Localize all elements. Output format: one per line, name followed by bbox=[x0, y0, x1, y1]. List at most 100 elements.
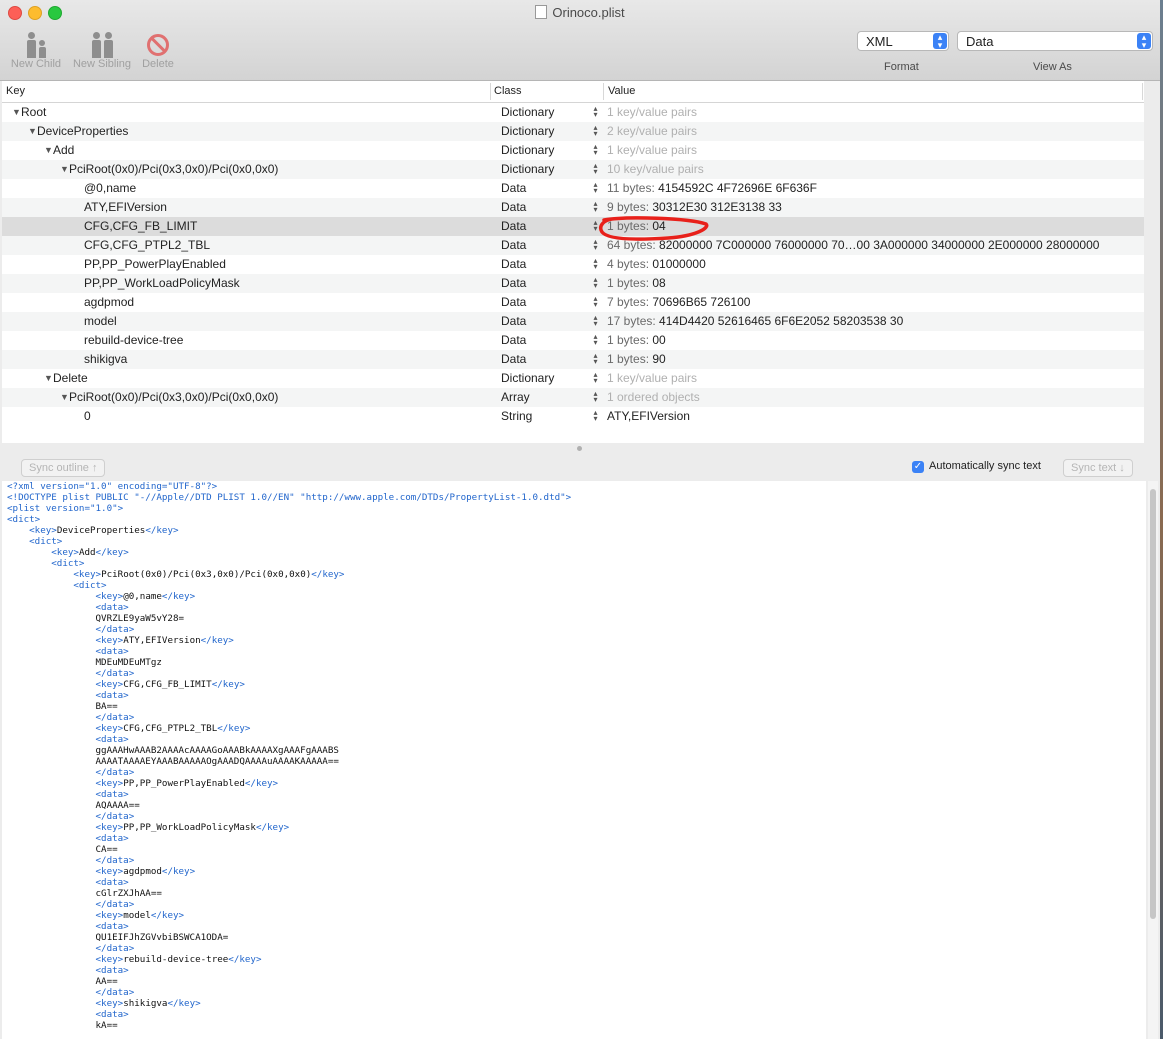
row-value[interactable]: 9 bytes: 30312E30 312E3138 33 bbox=[607, 198, 782, 217]
outline-row[interactable]: ▼ Delete Dictionary ▴ ▾ 1 key/value pairs bbox=[2, 369, 1144, 388]
column-separator[interactable] bbox=[603, 83, 604, 100]
row-class[interactable]: Dictionary bbox=[501, 369, 554, 388]
column-header-value[interactable]: Value bbox=[608, 85, 635, 97]
row-value[interactable]: 7 bytes: 70696B65 726100 bbox=[607, 293, 750, 312]
row-class[interactable]: Dictionary bbox=[501, 160, 554, 179]
sync-text-button[interactable]: Sync text ↓ bbox=[1063, 459, 1133, 477]
class-stepper-icon[interactable]: ▴ ▾ bbox=[591, 314, 600, 328]
outline-row[interactable]: PP,PP_PowerPlayEnabled Data ▴ ▾ 4 bytes: 010… bbox=[2, 255, 1144, 274]
row-class[interactable]: Dictionary bbox=[501, 122, 554, 141]
outline-row[interactable]: @0,name Data ▴ ▾ 11 bytes: 4154592C 4F72696E… bbox=[2, 179, 1144, 198]
row-class[interactable]: Data bbox=[501, 179, 526, 198]
row-class[interactable]: Data bbox=[501, 350, 526, 369]
outline-row[interactable]: shikigva Data ▴ ▾ 1 bytes: 90 bbox=[2, 350, 1144, 369]
row-class[interactable]: Dictionary bbox=[501, 103, 554, 122]
class-stepper-icon[interactable]: ▴ ▾ bbox=[591, 181, 600, 195]
outline-row[interactable]: ▼ Add Dictionary ▴ ▾ 1 key/value pairs bbox=[2, 141, 1144, 160]
outline-row[interactable]: PP,PP_WorkLoadPolicyMask Data ▴ ▾ 1 bytes: 0… bbox=[2, 274, 1144, 293]
row-value[interactable]: ATY,EFIVersion bbox=[607, 407, 690, 426]
outline-row[interactable]: CFG,CFG_PTPL2_TBL Data ▴ ▾ 64 bytes: 8200000… bbox=[2, 236, 1144, 255]
row-class[interactable]: Array bbox=[501, 388, 530, 407]
row-key[interactable]: PP,PP_PowerPlayEnabled bbox=[84, 255, 226, 274]
row-class[interactable]: Data bbox=[501, 331, 526, 350]
disclosure-triangle-icon[interactable]: ▼ bbox=[12, 103, 21, 122]
row-value[interactable]: 17 bytes: 414D4420 52616465 6F6E2052 582… bbox=[607, 312, 903, 331]
view-as-popup[interactable]: Data ▴ ▾ bbox=[957, 31, 1153, 51]
row-class[interactable]: Data bbox=[501, 217, 526, 236]
class-stepper-icon[interactable]: ▴ ▾ bbox=[591, 219, 600, 233]
row-value[interactable]: 2 key/value pairs bbox=[607, 122, 697, 141]
row-key[interactable]: 0 bbox=[84, 407, 91, 426]
outline-row[interactable]: CFG,CFG_FB_LIMIT Data ▴ ▾ 1 bytes: 04 bbox=[2, 217, 1144, 236]
row-value[interactable]: 1 key/value pairs bbox=[607, 103, 697, 122]
outline-row[interactable]: ▼ PciRoot(0x0)/Pci(0x3,0x0)/Pci(0x0,0x0) A… bbox=[2, 388, 1144, 407]
row-value[interactable]: 1 bytes: 04 bbox=[607, 217, 666, 236]
row-value[interactable]: 4 bytes: 01000000 bbox=[607, 255, 706, 274]
outline-row[interactable]: rebuild-device-tree Data ▴ ▾ 1 bytes: 00 bbox=[2, 331, 1144, 350]
class-stepper-icon[interactable]: ▴ ▾ bbox=[591, 257, 600, 271]
row-class[interactable]: String bbox=[501, 407, 532, 426]
xml-scrollbar[interactable] bbox=[1148, 481, 1158, 1039]
class-stepper-icon[interactable]: ▴ ▾ bbox=[591, 200, 600, 214]
row-class[interactable]: Data bbox=[501, 236, 526, 255]
row-value[interactable]: 1 bytes: 00 bbox=[607, 331, 666, 350]
row-class[interactable]: Data bbox=[501, 274, 526, 293]
row-key[interactable]: Delete bbox=[53, 369, 88, 388]
class-stepper-icon[interactable]: ▴ ▾ bbox=[591, 238, 600, 252]
row-class[interactable]: Data bbox=[501, 255, 526, 274]
row-key[interactable]: shikigva bbox=[84, 350, 127, 369]
class-stepper-icon[interactable]: ▴ ▾ bbox=[591, 333, 600, 347]
row-value[interactable]: 11 bytes: 4154592C 4F72696E 6F636F bbox=[607, 179, 817, 198]
class-stepper-icon[interactable]: ▴ ▾ bbox=[591, 124, 600, 138]
disclosure-triangle-icon[interactable]: ▼ bbox=[28, 122, 37, 141]
row-class[interactable]: Data bbox=[501, 312, 526, 331]
row-key[interactable]: PciRoot(0x0)/Pci(0x3,0x0)/Pci(0x0,0x0) bbox=[69, 388, 278, 407]
new-sibling-button[interactable]: New Sibling bbox=[70, 28, 134, 70]
class-stepper-icon[interactable]: ▴ ▾ bbox=[591, 352, 600, 366]
outline-row[interactable]: ATY,EFIVersion Data ▴ ▾ 9 bytes: 30312E30 31… bbox=[2, 198, 1144, 217]
row-key[interactable]: PP,PP_WorkLoadPolicyMask bbox=[84, 274, 240, 293]
xml-text-view[interactable]: <?xml version="1.0" encoding="UTF-8"?> <!… bbox=[2, 481, 1146, 1039]
column-header-class[interactable]: Class bbox=[494, 85, 522, 97]
format-popup[interactable]: XML ▴ ▾ bbox=[857, 31, 949, 51]
row-key[interactable]: DeviceProperties bbox=[37, 122, 128, 141]
delete-button[interactable]: Delete bbox=[138, 28, 178, 70]
row-key[interactable]: agdpmod bbox=[84, 293, 134, 312]
row-key[interactable]: CFG,CFG_FB_LIMIT bbox=[84, 217, 197, 236]
class-stepper-icon[interactable]: ▴ ▾ bbox=[591, 390, 600, 404]
outline-row[interactable]: agdpmod Data ▴ ▾ 7 bytes: 70696B65 726100 bbox=[2, 293, 1144, 312]
row-class[interactable]: Data bbox=[501, 293, 526, 312]
row-key[interactable]: Root bbox=[21, 103, 46, 122]
class-stepper-icon[interactable]: ▴ ▾ bbox=[591, 162, 600, 176]
outline-row[interactable]: model Data ▴ ▾ 17 bytes: 414D4420 52616465 6… bbox=[2, 312, 1144, 331]
disclosure-triangle-icon[interactable]: ▼ bbox=[44, 141, 53, 160]
disclosure-triangle-icon[interactable]: ▼ bbox=[44, 369, 53, 388]
row-value[interactable]: 1 bytes: 08 bbox=[607, 274, 666, 293]
outline-row[interactable]: ▼ PciRoot(0x0)/Pci(0x3,0x0)/Pci(0x0,0x0) D… bbox=[2, 160, 1144, 179]
row-key[interactable]: rebuild-device-tree bbox=[84, 331, 183, 350]
column-separator[interactable] bbox=[1142, 83, 1143, 100]
row-value[interactable]: 1 ordered objects bbox=[607, 388, 700, 407]
scrollbar-thumb[interactable] bbox=[1150, 489, 1156, 919]
split-view-divider[interactable] bbox=[0, 443, 1160, 455]
outline-row[interactable]: ▼ Root Dictionary ▴ ▾ 1 key/value pairs bbox=[2, 103, 1144, 122]
class-stepper-icon[interactable]: ▴ ▾ bbox=[591, 276, 600, 290]
row-key[interactable]: model bbox=[84, 312, 117, 331]
sync-outline-button[interactable]: Sync outline ↑ bbox=[21, 459, 106, 477]
row-value[interactable]: 64 bytes: 82000000 7C000000 76000000 70…… bbox=[607, 236, 1099, 255]
disclosure-triangle-icon[interactable]: ▼ bbox=[60, 160, 69, 179]
auto-sync-checkbox[interactable]: ✓ bbox=[912, 461, 924, 473]
class-stepper-icon[interactable]: ▴ ▾ bbox=[591, 295, 600, 309]
row-class[interactable]: Dictionary bbox=[501, 141, 554, 160]
new-child-button[interactable]: New Child bbox=[8, 28, 64, 70]
class-stepper-icon[interactable]: ▴ ▾ bbox=[591, 143, 600, 157]
row-value[interactable]: 1 bytes: 90 bbox=[607, 350, 666, 369]
row-class[interactable]: Data bbox=[501, 198, 526, 217]
column-separator[interactable] bbox=[490, 83, 491, 100]
column-header-key[interactable]: Key bbox=[6, 85, 25, 97]
row-value[interactable]: 1 key/value pairs bbox=[607, 141, 697, 160]
outline-view[interactable]: Key Class Value ▼ Root Dictionary ▴ ▾ 1 key/v… bbox=[2, 81, 1144, 444]
row-value[interactable]: 10 key/value pairs bbox=[607, 160, 704, 179]
row-key[interactable]: @0,name bbox=[84, 179, 136, 198]
row-key[interactable]: CFG,CFG_PTPL2_TBL bbox=[84, 236, 210, 255]
